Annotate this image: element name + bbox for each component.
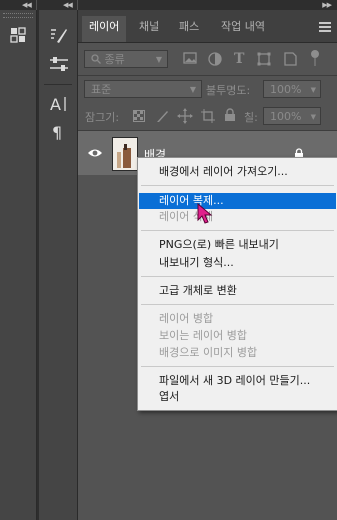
menu-separator [141, 230, 334, 231]
chevron-down-icon: ▼ [310, 86, 316, 94]
panel-menu-icon[interactable] [319, 22, 331, 34]
tab-channels[interactable]: 채널 [132, 16, 166, 42]
context-menu: 배경에서 레이어 가져오기... 레이어 복제... 레이어 삭제 PNG으(로… [137, 157, 337, 411]
lock-image-icon[interactable] [155, 109, 169, 123]
filter-kind-value: 종류 [104, 53, 125, 66]
fill-field[interactable]: 100% ▼ [263, 107, 321, 125]
filter-type-icon[interactable]: T [233, 51, 249, 67]
panel-dock-header-1: ◀◀ [0, 0, 36, 10]
menu-item-export-as[interactable]: 내보내기 형식... [139, 255, 336, 271]
fill-label: 칠: [244, 111, 258, 124]
filter-shape-icon[interactable] [257, 52, 273, 68]
menu-separator [141, 276, 334, 277]
brush-presets-icon[interactable] [49, 26, 69, 46]
menu-item-new-3d-layer[interactable]: 파일에서 새 3D 레이어 만들기... [139, 373, 336, 389]
lock-all-icon[interactable] [224, 108, 236, 122]
menu-separator [141, 185, 334, 186]
menu-item-merge-layers[interactable]: 레이어 병합 [139, 311, 336, 327]
opacity-value: 100% [270, 83, 302, 96]
tab-paths[interactable]: 패스 [172, 16, 206, 42]
lock-transparent-icon[interactable] [133, 110, 145, 122]
blend-mode-value: 표준 [91, 83, 112, 96]
menu-item-postcard[interactable]: 엽서 [139, 389, 336, 405]
visibility-eye-icon[interactable] [87, 147, 103, 159]
filter-smart-object-icon[interactable] [283, 52, 299, 68]
filter-pixel-icon[interactable] [183, 52, 199, 68]
panel-divider [78, 75, 337, 76]
menu-item-quick-export-png[interactable]: PNG으(로) 빠른 내보내기 [139, 237, 336, 253]
filter-toggle-icon[interactable] [309, 49, 325, 66]
menu-item-delete-layer[interactable]: 레이어 삭제 [139, 209, 336, 225]
collapse-arrows-icon[interactable]: ◀◀ [22, 1, 32, 9]
lock-artboard-icon[interactable] [201, 109, 215, 123]
brush-settings-icon[interactable] [49, 54, 69, 74]
chevron-down-icon: ▼ [155, 55, 162, 64]
collapse-arrows-icon[interactable]: ◀◀ [63, 1, 73, 9]
filter-adjustment-icon[interactable] [208, 52, 224, 68]
opacity-field[interactable]: 100% ▼ [263, 80, 321, 98]
chevron-down-icon: ▼ [310, 113, 316, 121]
libraries-icon[interactable] [9, 26, 27, 44]
panel-tab-bar: 레이어 채널 패스 작업 내역 [78, 10, 337, 43]
tab-history[interactable]: 작업 내역 [214, 16, 272, 42]
opacity-label: 불투명도: [206, 84, 251, 97]
lock-label: 잠그기: [85, 111, 120, 124]
tool-separator [44, 84, 72, 85]
filter-kind-select[interactable]: 종류 ▼ [84, 50, 168, 68]
menu-item-layer-from-background[interactable]: 배경에서 레이어 가져오기... [139, 164, 336, 180]
tab-layers[interactable]: 레이어 [82, 16, 127, 42]
panel-dock-header-3: ▶▶ [78, 0, 337, 10]
search-icon [91, 54, 101, 64]
mouse-pointer-icon [197, 202, 213, 225]
panel-dock-header-2: ◀◀ [39, 0, 77, 10]
panel-grip[interactable] [3, 13, 33, 18]
lock-position-icon[interactable] [177, 108, 193, 124]
panel-dock-column-2: A ¶ [39, 10, 78, 520]
paragraph-icon[interactable]: ¶ [49, 122, 69, 142]
menu-separator [141, 304, 334, 305]
menu-item-duplicate-layer[interactable]: 레이어 복제... [139, 193, 336, 209]
menu-separator [141, 366, 334, 367]
menu-item-flatten-image[interactable]: 배경으로 이미지 병합 [139, 345, 336, 361]
collapse-arrows-icon[interactable]: ▶▶ [322, 1, 332, 9]
panel-dock-column-1 [0, 10, 37, 520]
blend-mode-select[interactable]: 표준 ▼ [84, 80, 202, 98]
character-icon[interactable]: A [49, 94, 69, 114]
svg-text:¶: ¶ [52, 123, 62, 142]
menu-item-convert-smart-object[interactable]: 고급 개체로 변환 [139, 283, 336, 299]
svg-text:A: A [50, 95, 61, 114]
layer-thumbnail [112, 137, 138, 171]
svg-text:T: T [234, 51, 245, 65]
chevron-down-icon: ▼ [189, 85, 196, 94]
fill-value: 100% [270, 110, 302, 123]
menu-item-merge-visible[interactable]: 보이는 레이어 병합 [139, 328, 336, 344]
